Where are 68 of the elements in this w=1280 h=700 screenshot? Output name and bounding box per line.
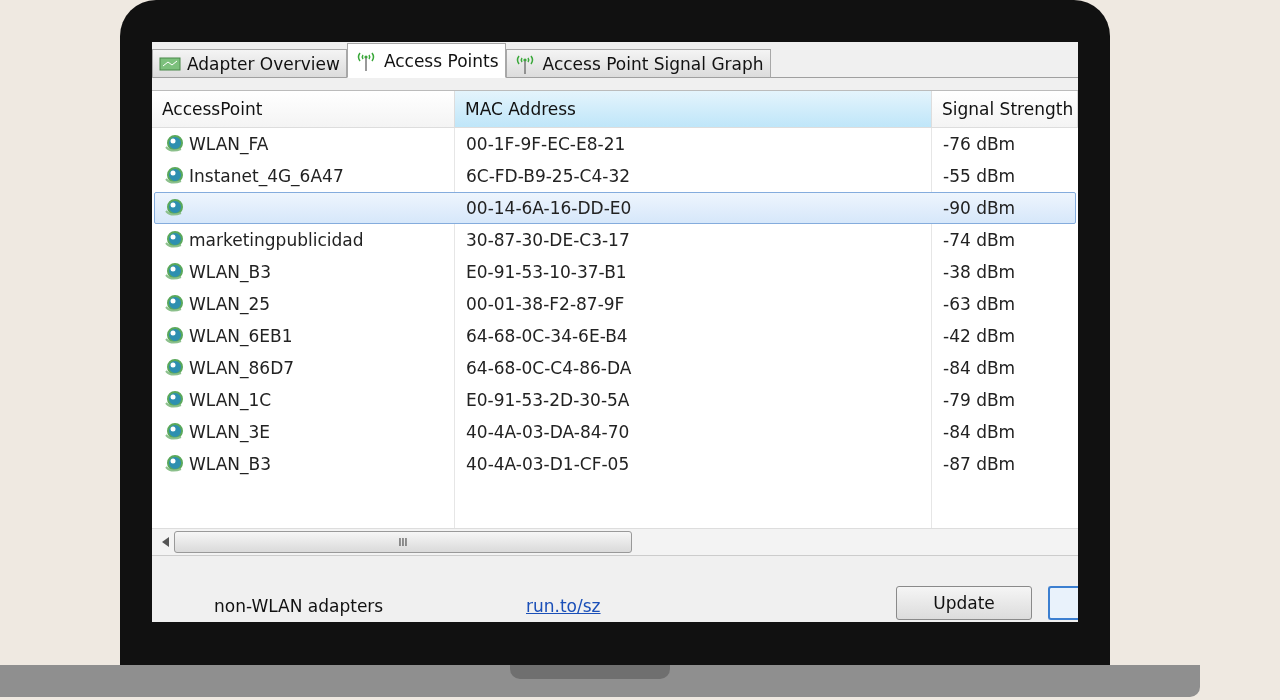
globe-icon — [163, 166, 185, 186]
signal-text: -76 dBm — [943, 134, 1016, 154]
ssid-text: WLAN_FA — [189, 134, 269, 154]
list-row[interactable]: WLAN_B3 40-4A-03-D1-CF-05 -87 dBm — [154, 448, 1076, 480]
globe-icon — [163, 294, 185, 314]
tab[interactable]: Adapter Overview — [152, 49, 347, 78]
list-row[interactable]: WLAN_3E 40-4A-03-DA-84-70 -84 dBm — [154, 416, 1076, 448]
signal-text: -87 dBm — [943, 454, 1016, 474]
ssid-text: WLAN_86D7 — [189, 358, 295, 378]
tab[interactable]: Access Points — [346, 43, 506, 78]
mac-text: 00-1F-9F-EC-E8-21 — [466, 134, 626, 154]
column-header[interactable]: Signal Strength — [932, 91, 1078, 128]
list-row[interactable]: WLAN_86D7 64-68-0C-C4-86-DA -84 dBm — [154, 352, 1076, 384]
option-label: non-WLAN adapters — [214, 596, 385, 618]
left-arrow-icon[interactable] — [162, 537, 170, 547]
signal-text: -79 dBm — [943, 390, 1016, 410]
tab[interactable]: Access Point Signal Graph — [505, 49, 771, 78]
globe-icon — [163, 454, 185, 474]
mac-text: 30-87-30-DE-C3-17 — [466, 230, 630, 250]
ssid-text: WLAN_25 — [189, 294, 271, 314]
globe-icon — [163, 422, 185, 442]
ssid-text: WLAN_B3 — [189, 454, 271, 474]
mac-text: 64-68-0C-C4-86-DA — [466, 358, 632, 378]
horizontal-scrollbar[interactable]: III — [152, 528, 1078, 555]
signal-text: -74 dBm — [943, 230, 1016, 250]
signal-text: -63 dBm — [943, 294, 1016, 314]
globe-icon — [163, 390, 185, 410]
ssid-text: WLAN_3E — [189, 422, 271, 442]
mac-text: 64-68-0C-34-6E-B4 — [466, 326, 628, 346]
list-row[interactable]: 00-14-6A-16-DD-E0 -90 dBm — [154, 192, 1076, 224]
globe-icon — [163, 198, 185, 218]
globe-icon — [163, 358, 185, 378]
column-header[interactable]: AccessPoint — [152, 91, 455, 128]
list-row[interactable]: Instanet_4G_6A47 6C-FD-B9-25-C4-32 -55 dBm — [154, 160, 1076, 192]
scrollbar-thumb[interactable]: III — [174, 531, 632, 553]
adapter-icon — [159, 56, 181, 71]
mac-text: E0-91-53-2D-30-5A — [466, 390, 630, 410]
mac-text: 40-4A-03-DA-84-70 — [466, 422, 630, 442]
signal-text: -90 dBm — [943, 198, 1016, 218]
mac-text: 00-14-6A-16-DD-E0 — [466, 198, 632, 218]
mac-text: 40-4A-03-D1-CF-05 — [466, 454, 630, 474]
mac-text: 6C-FD-B9-25-C4-32 — [466, 166, 631, 186]
column-header[interactable]: MAC Address — [455, 91, 932, 128]
mac-text: 00-01-38-F2-87-9F — [466, 294, 625, 314]
signal-text: -84 dBm — [943, 358, 1016, 378]
list-row[interactable]: WLAN_25 00-01-38-F2-87-9F -63 dBm — [154, 288, 1076, 320]
globe-icon — [163, 134, 185, 154]
ssid-text: marketingpublicidad — [189, 230, 364, 250]
ssid-text: WLAN_B3 — [189, 262, 271, 282]
globe-icon — [163, 262, 185, 282]
list-row[interactable]: marketingpublicidad 30-87-30-DE-C3-17 -74 dBm — [154, 224, 1076, 256]
list-row[interactable]: WLAN_1C E0-91-53-2D-30-5A -79 dBm — [154, 384, 1076, 416]
update-button[interactable]: Update — [896, 586, 1032, 620]
list-row[interactable]: WLAN_FA 00-1F-9F-EC-E8-21 -76 dBm — [154, 128, 1076, 160]
signal-text: -55 dBm — [943, 166, 1016, 186]
ssid-text: WLAN_6EB1 — [189, 326, 293, 346]
mac-text: E0-91-53-10-37-B1 — [466, 262, 627, 282]
website-link[interactable]: run.to/sz — [526, 596, 601, 620]
globe-icon — [163, 230, 185, 250]
ssid-text: WLAN_1C — [189, 390, 272, 410]
globe-icon — [163, 326, 185, 346]
signal-text: -42 dBm — [943, 326, 1016, 346]
signal-text: -38 dBm — [943, 262, 1016, 282]
ssid-text: Instanet_4G_6A47 — [189, 166, 344, 186]
list-row[interactable]: WLAN_B3 E0-91-53-10-37-B1 -38 dBm — [154, 256, 1076, 288]
partial-button[interactable] — [1048, 586, 1078, 620]
signal-text: -84 dBm — [943, 422, 1016, 442]
list-row[interactable]: WLAN_6EB1 64-68-0C-34-6E-B4 -42 dBm — [154, 320, 1076, 352]
